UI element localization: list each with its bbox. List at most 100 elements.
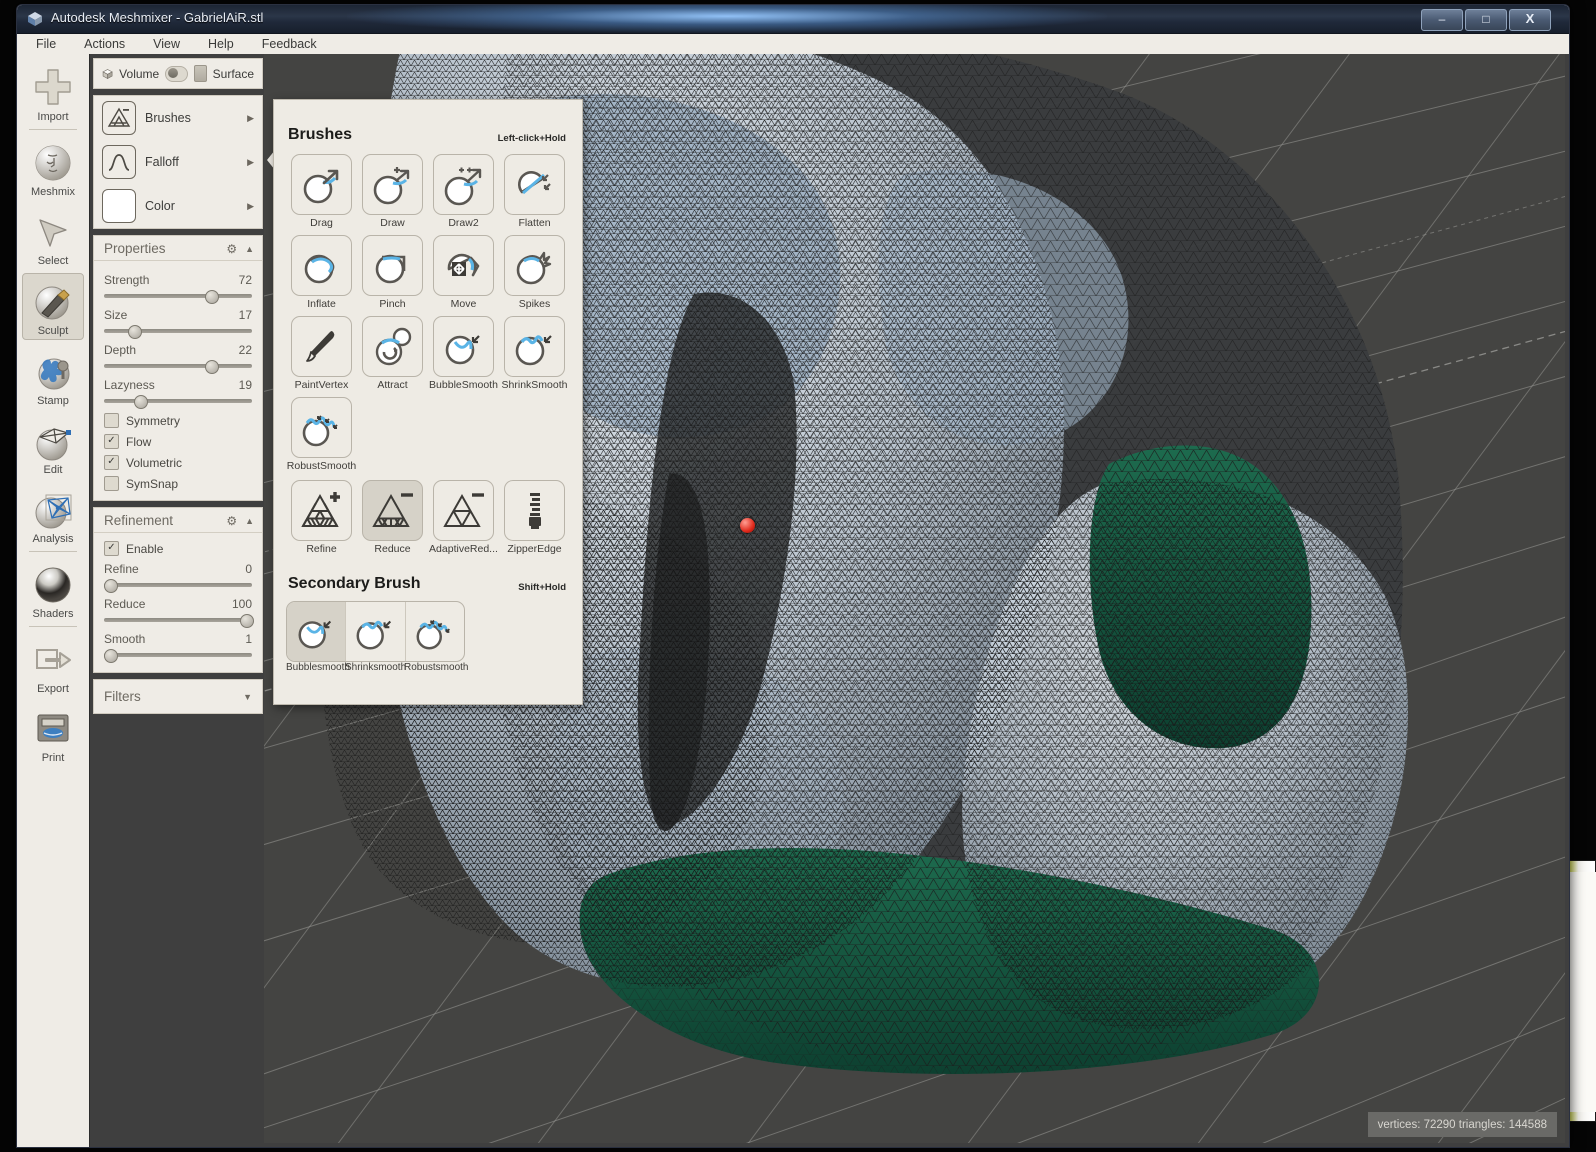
collapse-caret-icon[interactable]: ▲ [245,516,254,526]
sidebar-item-shaders[interactable]: Shaders [23,557,83,622]
checkbox[interactable]: ✓ [104,541,119,556]
secondary-shrinksmooth[interactable] [346,602,406,661]
brush-spikes[interactable]: Spikes [499,235,570,310]
remesh-grid: Refine Reduce AdaptiveRed... ZipperEdge [274,480,582,561]
close-button[interactable]: X [1509,9,1551,31]
brush-drag[interactable]: Drag [286,154,357,229]
gear-icon[interactable]: ⚙ [226,242,237,256]
tool-refine[interactable]: Refine [286,480,357,555]
brush-robustsmooth[interactable]: RobustSmooth [286,397,357,472]
sidebar-item-label: Stamp [37,395,69,407]
sidebar-item-stamp[interactable]: Stamp [23,344,83,409]
brush-draw[interactable]: Draw [357,154,428,229]
brush-pinch[interactable]: Pinch [357,235,428,310]
volume-label: Volume [119,66,160,81]
square-icon[interactable] [194,65,207,82]
symsnap-checkbox-row[interactable]: SymSnap [104,476,252,491]
falloff-mode-button[interactable]: Falloff ▶ [94,140,262,184]
window-title: Autodesk Meshmixer - GabrielAiR.stl [51,10,264,25]
rail-divider-3 [29,626,77,627]
brush-draw2[interactable]: Draw2 [428,154,499,229]
lazyness-slider[interactable] [104,395,252,409]
secondary-label: Robustsmooth [404,662,469,673]
menu-view[interactable]: View [150,36,183,52]
brush-inflate[interactable]: Inflate [286,235,357,310]
brush-bubblesmooth[interactable]: BubbleSmooth [428,316,499,391]
brush-draw-icon [362,154,423,215]
brush-label: Spikes [518,298,551,310]
tool-zipper-edge[interactable]: ZipperEdge [499,480,570,555]
reduce-slider[interactable] [104,614,254,628]
sidebar-item-label: Meshmix [30,186,75,198]
checkbox[interactable] [104,413,119,428]
expand-caret-icon[interactable]: ▼ [243,692,252,702]
refine-slider[interactable] [104,579,252,593]
window-body: vertices: 72290 triangles: 144588 Import [17,54,1569,1147]
slider-value: 1 [245,632,252,646]
sidebar-item-select[interactable]: Select [23,204,83,269]
section-title: Properties [104,241,166,256]
checkbox[interactable]: ✓ [104,455,119,470]
checkbox-label: Flow [126,434,152,449]
menu-actions[interactable]: Actions [81,36,128,52]
menu-file[interactable]: File [33,36,59,52]
desktop-backdrop: Autodesk Meshmixer - GabrielAiR.stl – □ … [0,0,1596,1152]
brushes-grid: Drag Draw Draw2 Flatten Inflate Pinch Mo… [274,154,582,478]
enable-checkbox-row[interactable]: ✓ Enable [104,541,252,556]
menu-feedback[interactable]: Feedback [259,36,320,52]
tool-reduce[interactable]: Reduce [357,480,428,555]
volumetric-checkbox-row[interactable]: ✓ Volumetric [104,455,252,470]
color-mode-button[interactable]: Color ▶ [94,184,262,228]
tool-adaptive-reduce[interactable]: AdaptiveRed... [428,480,499,555]
secondary-bubblesmooth[interactable] [287,602,347,661]
brushes-flyout-panel: Brushes Left-click+Hold Drag Draw Draw2 … [273,99,583,705]
checkbox[interactable] [104,476,119,491]
brush-move[interactable]: Move [428,235,499,310]
checkbox[interactable]: ✓ [104,434,119,449]
smooth-slider[interactable] [104,649,252,663]
title-bar: Autodesk Meshmixer - GabrielAiR.stl – □ … [17,5,1569,34]
face-ball-icon [35,145,71,181]
sidebar-item-meshmix[interactable]: Meshmix [23,135,83,200]
secondary-robustsmooth[interactable] [406,602,464,661]
sidebar-item-edit[interactable]: Edit [23,413,83,478]
flow-checkbox-row[interactable]: ✓ Flow [104,434,252,449]
brush-shrinksmooth-icon [504,316,565,377]
brushes-mode-button[interactable]: Brushes ▶ [94,96,262,140]
sidebar-item-sculpt[interactable]: Sculpt [22,273,84,340]
menu-bar: File Actions View Help Feedback [17,34,1569,55]
sidebar-item-print[interactable]: Print [23,701,83,766]
maximize-button[interactable]: □ [1465,9,1507,31]
sidebar-item-import[interactable]: Import [23,60,83,125]
sidebar-item-label: Import [37,111,69,123]
brushes-hint: Left-click+Hold [497,133,566,144]
volume-surface-toggle[interactable] [165,65,189,82]
depth-slider[interactable] [104,360,252,374]
size-slider[interactable] [104,325,252,339]
menu-help[interactable]: Help [205,36,237,52]
slider-value: 17 [238,308,252,322]
reduce-triangle-minus-icon [362,480,423,541]
brush-attract[interactable]: Attract [357,316,428,391]
symmetry-checkbox-row[interactable]: Symmetry [104,413,252,428]
brush-drag-icon [291,154,352,215]
brush-shrinksmooth[interactable]: ShrinkSmooth [499,316,570,391]
sidebar-item-analysis[interactable]: Analysis [23,482,83,547]
secondary-label: Shrinksmooth [345,662,407,673]
volume-surface-bar: Volume Surface [93,58,263,89]
slider-label: Size [104,308,128,322]
brush-flatten[interactable]: Flatten [499,154,570,229]
collapse-caret-icon[interactable]: ▲ [245,244,254,254]
brush-robustsmooth-icon [291,397,352,458]
mode-label: Color [145,199,175,213]
color-swatch-icon [102,189,136,223]
brush-paintvertex[interactable]: PaintVertex [286,316,357,391]
sidebar-item-export[interactable]: Export [23,632,83,697]
gear-icon[interactable]: ⚙ [226,514,237,528]
status-bar: vertices: 72290 triangles: 144588 [1367,1112,1557,1137]
brush-spikes-icon [504,235,565,296]
minimize-button[interactable]: – [1421,9,1463,31]
strength-slider[interactable] [104,290,252,304]
filters-section[interactable]: Filters ▼ [93,679,263,714]
title-bar-glow [347,5,1107,33]
